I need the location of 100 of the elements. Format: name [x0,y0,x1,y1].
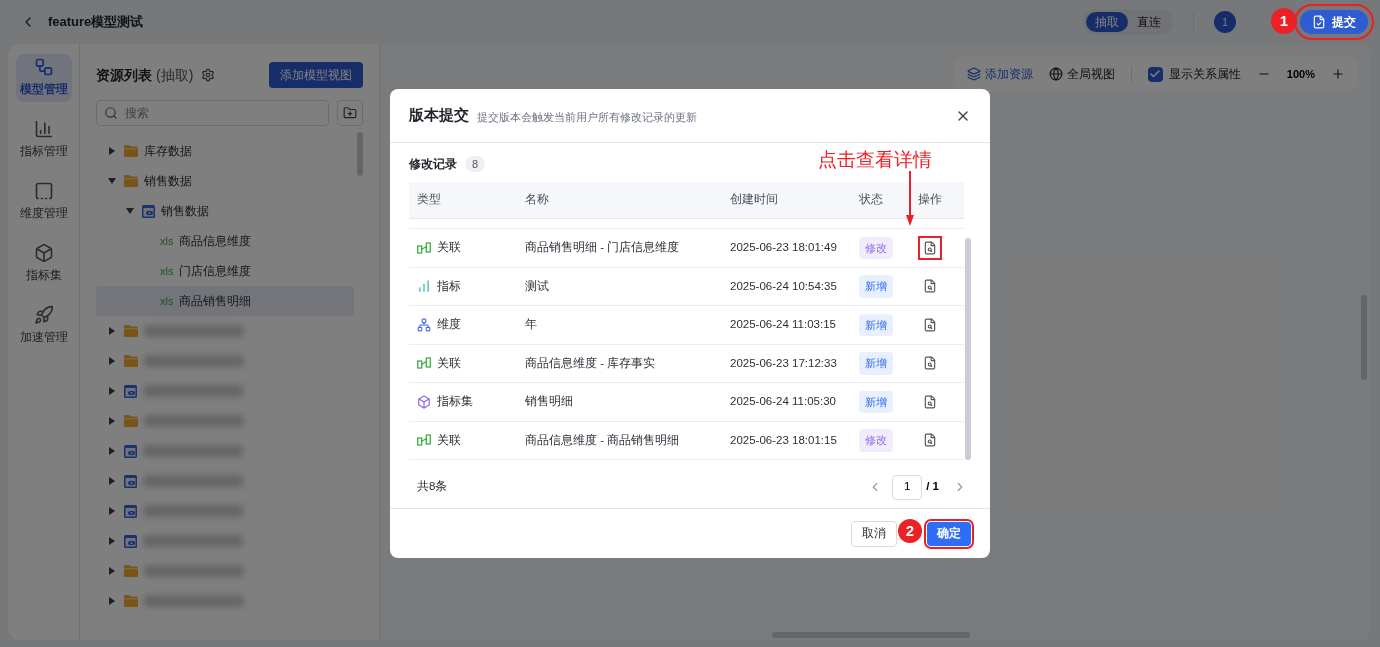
network-icon [417,317,431,332]
nav-item[interactable]: 加速管理 [15,302,72,350]
nav-item[interactable]: 指标管理 [15,116,72,164]
add-resource-button[interactable]: 添加资源 [966,65,1033,83]
caret-icon[interactable] [108,147,116,155]
caret-icon[interactable] [108,477,116,485]
tree-item[interactable]: 库存数据 [96,136,354,166]
folder-icon [124,415,138,427]
tree-item[interactable]: 销售数据 [96,196,354,226]
table-cell-text: 指标 [437,278,461,294]
tree-item[interactable]: xls 商品销售明细 [96,286,354,316]
chart-icon [33,119,54,140]
caret-icon[interactable] [108,387,116,395]
caret-icon[interactable] [108,597,116,605]
search-field[interactable]: 搜索 [96,100,329,126]
file-search-icon [923,433,937,448]
tree-label: 销售数据 [161,203,209,220]
cube-icon [417,394,431,409]
zoom-in-icon[interactable] [1331,67,1345,81]
page-input[interactable]: 1 [892,474,923,500]
table-cell-text: 指标集 [437,394,473,410]
caret-icon[interactable] [108,537,116,545]
eye-table-icon [124,444,137,458]
global-view-button[interactable]: 全局视图 [1048,65,1115,83]
nav-item[interactable]: 指标集 [15,240,72,288]
user-avatar[interactable]: 1 [1214,11,1236,33]
check-icon [1149,68,1162,80]
nav-label: 模型管理 [19,82,68,98]
document-check-icon [1312,15,1326,29]
arrow-icon [906,171,914,226]
table-cell-text: 2025-06-24 11:03:15 [729,317,837,333]
table-cell-text: 销售明细 [524,394,574,410]
total-count: 共8条 [416,479,448,495]
eye-table-icon [124,534,137,548]
caret-icon[interactable] [108,507,116,515]
status-tag: 修改 [859,429,893,452]
cancel-button[interactable]: 取消 [851,520,897,547]
details-button[interactable] [920,237,940,258]
xls-icon: xls [160,295,174,307]
status-tag: 新增 [859,275,893,298]
tree-label: 销售数据 [144,173,192,190]
folder-icon [124,595,138,607]
file-search-icon [923,394,937,409]
mode-option[interactable]: 直连 [1128,12,1170,32]
flow-icon [33,57,54,78]
caret-icon[interactable] [108,417,116,425]
table-cell-text: 测试 [524,278,550,294]
column-header: 类型 [416,192,442,208]
tree-label: 门店信息维度 [179,263,252,280]
table-cell-text: 2025-06-24 10:54:35 [729,278,838,294]
scrollbar[interactable] [965,238,971,460]
link-blocks-icon [417,434,431,447]
page-count: / 1 [926,479,939,495]
tree-label: 商品销售明细 [179,293,252,310]
section-title: 修改记录 [409,156,457,173]
tree-item[interactable]: 销售数据 [96,166,354,196]
new-folder-button[interactable] [337,100,363,126]
folder-icon [124,355,138,367]
column-header: 名称 [524,192,550,208]
nav-label: 指标集 [25,268,62,284]
caret-icon[interactable] [108,177,116,185]
confirm-button[interactable]: 确定 [927,521,971,546]
file-search-icon [923,279,937,294]
table-cell-text: 商品信息维度 - 库存事实 [524,355,657,371]
rocket-icon [33,305,54,326]
folder-icon [124,145,138,157]
caret-icon[interactable] [108,327,116,335]
caret-icon[interactable] [108,357,116,365]
panel-mode: (抽取) [156,65,194,85]
caret-icon[interactable] [108,567,116,575]
layers-icon [966,67,981,81]
caret-icon[interactable] [108,447,116,455]
link-blocks-icon [417,357,431,370]
table-cell-text: 商品销售明细 - 门店信息维度 [524,240,681,256]
tree-item[interactable]: xls 门店信息维度 [96,256,354,286]
eye-table-icon [124,474,137,488]
page-title: feature模型测试 [48,13,144,32]
nav-item[interactable]: 维度管理 [15,178,72,226]
dialog-subtitle: 提交版本会触发当前用户所有修改记录的更新 [477,109,697,125]
tree-item[interactable]: xls 商品信息维度 [96,226,354,256]
dialog-title: 版本提交 [409,105,469,126]
add-view-button[interactable]: 添加模型视图 [269,62,363,88]
nav-item[interactable]: 模型管理 [15,54,72,102]
table-cell-text: 维度 [437,317,461,333]
table-cell-text: 2025-06-23 18:01:49 [729,240,838,256]
scrollbar[interactable] [357,132,363,176]
xls-icon: xls [160,235,174,247]
status-tag: 新增 [859,390,893,413]
caret-icon[interactable] [126,207,134,215]
column-header: 状态 [858,192,884,208]
folder-icon [124,175,138,187]
status-tag: 新增 [859,352,893,375]
search-icon [104,106,118,120]
cube-icon [33,243,54,264]
settings-icon[interactable] [201,68,216,82]
status-tag: 修改 [859,236,893,259]
table-cell-text: 关联 [437,240,461,256]
checkbox[interactable] [1147,66,1163,82]
globe-icon [1048,67,1063,81]
mode-option[interactable]: 抽取 [1086,12,1128,32]
